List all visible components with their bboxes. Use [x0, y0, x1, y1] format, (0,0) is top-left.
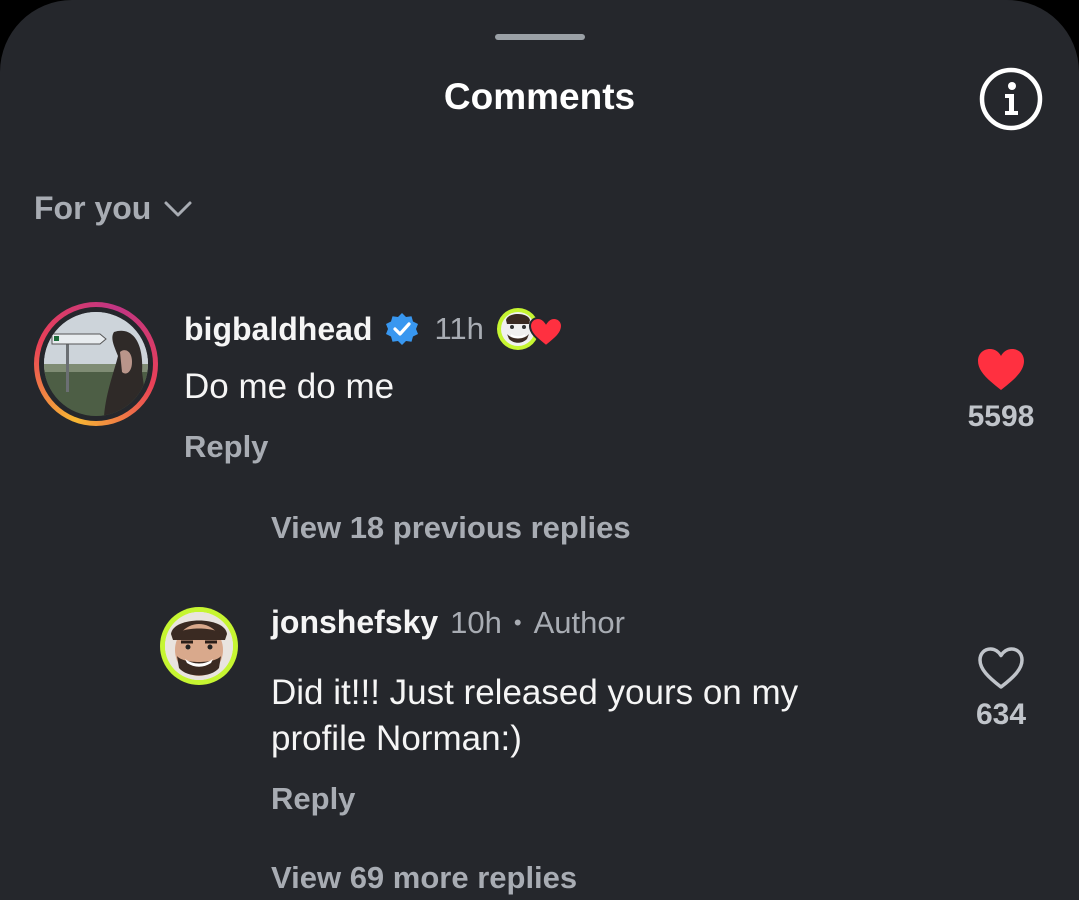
- comment-username[interactable]: bigbaldhead: [184, 311, 372, 348]
- comment-header: bigbaldhead 11h: [184, 306, 563, 352]
- reply-text-line-2: profile Norman:): [271, 719, 522, 758]
- reply-header: jonshefsky 10h • Author: [271, 604, 625, 641]
- like-count: 634: [975, 698, 1027, 731]
- avatar-bigbaldhead[interactable]: [34, 302, 158, 426]
- verified-badge-icon: [384, 311, 420, 347]
- like-count: 5598: [967, 400, 1035, 433]
- drag-handle[interactable]: [495, 34, 585, 40]
- info-icon[interactable]: [978, 66, 1044, 132]
- comment-text: Do me do me: [184, 367, 395, 406]
- reply-time: 10h: [450, 604, 502, 640]
- comment-like: 5598: [946, 348, 1056, 434]
- comment-time: 11h: [434, 311, 484, 346]
- chevron-down-icon: [163, 190, 193, 227]
- sort-filter-label: For you: [34, 190, 152, 226]
- liked-by-author-icon: [496, 306, 563, 352]
- comments-sheet: Comments For you bigbaldhead 11h Do me d…: [0, 0, 1079, 900]
- sheet-title: Comments: [443, 76, 636, 117]
- reply-button[interactable]: Reply: [184, 429, 268, 465]
- reply-text: Did it!!! Just released yours on my prof…: [271, 670, 798, 762]
- reply-like: 634: [946, 646, 1056, 732]
- profile-photo: [44, 312, 148, 416]
- sort-filter-dropdown[interactable]: For you: [34, 190, 193, 227]
- avatar-jonshefsky[interactable]: [160, 607, 238, 685]
- reply-button[interactable]: Reply: [271, 781, 355, 817]
- heart-filled-icon[interactable]: [946, 348, 1056, 392]
- view-more-replies-button[interactable]: View 69 more replies: [271, 860, 577, 896]
- view-previous-replies-button[interactable]: View 18 previous replies: [271, 510, 631, 546]
- reply-text-line-1: Did it!!! Just released yours on my: [271, 673, 799, 712]
- author-badge: Author: [533, 604, 625, 640]
- meta-separator: •: [513, 609, 522, 635]
- reply-username[interactable]: jonshefsky: [271, 604, 438, 641]
- heart-outline-icon[interactable]: [946, 646, 1056, 690]
- profile-photo: [165, 612, 233, 680]
